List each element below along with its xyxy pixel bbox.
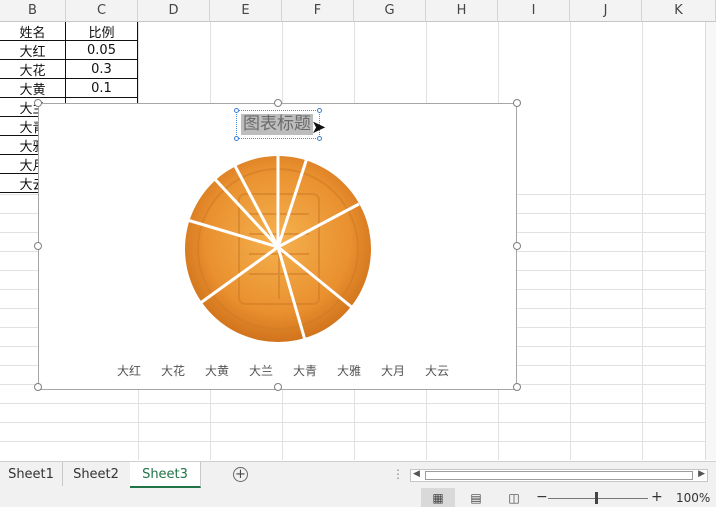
grid-line <box>0 441 705 442</box>
col-header-b[interactable]: B <box>0 0 66 22</box>
legend-item[interactable]: 大云 <box>425 362 469 379</box>
mooncake-pie[interactable] <box>39 104 516 389</box>
chart-resize-handle[interactable] <box>274 99 282 107</box>
scroll-left-icon[interactable]: ◀ <box>413 469 420 479</box>
chart-resize-handle[interactable] <box>513 242 521 250</box>
plus-circle-icon[interactable]: + <box>233 467 248 482</box>
col-header-i[interactable]: I <box>498 0 570 22</box>
chart-resize-handle[interactable] <box>513 383 521 391</box>
col-header-k[interactable]: K <box>642 0 716 22</box>
status-bar: ▦ ▤ ◫ − + 100% <box>0 488 716 507</box>
col-header-h[interactable]: H <box>426 0 498 22</box>
zoom-slider-track[interactable] <box>548 498 648 499</box>
table-header-name[interactable]: 姓名 <box>0 22 66 41</box>
col-header-g[interactable]: G <box>354 0 426 22</box>
chart-resize-handle[interactable] <box>513 99 521 107</box>
chart-resize-handle[interactable] <box>274 383 282 391</box>
chart-resize-handle[interactable] <box>34 242 42 250</box>
grid-line <box>642 22 643 460</box>
chart-resize-handle[interactable] <box>34 383 42 391</box>
table-cell-ratio[interactable]: 0.05 <box>66 41 138 60</box>
table-cell-ratio[interactable]: 0.1 <box>66 79 138 98</box>
chart-title-box[interactable]: 图表标题 <box>234 108 322 141</box>
resize-handle[interactable] <box>234 136 239 141</box>
table-cell-name[interactable]: 大红 <box>0 41 66 60</box>
sheet-tab-sheet2[interactable]: Sheet2 <box>62 462 131 486</box>
col-header-f[interactable]: F <box>282 0 354 22</box>
zoom-in-icon[interactable]: + <box>651 489 663 505</box>
resize-handle[interactable] <box>317 108 322 113</box>
grid-line <box>0 422 705 423</box>
legend-item[interactable]: 大红 <box>117 362 161 379</box>
scroll-right-icon[interactable]: ▶ <box>698 469 705 479</box>
resize-handle[interactable] <box>234 108 239 113</box>
legend-item[interactable]: 大月 <box>381 362 425 379</box>
col-header-j[interactable]: J <box>570 0 642 22</box>
splitter-dots-icon[interactable]: ⋮ <box>392 467 404 481</box>
chart-resize-handle[interactable] <box>34 99 42 107</box>
vertical-scrollbar[interactable] <box>705 22 716 460</box>
zoom-out-icon[interactable]: − <box>536 489 548 505</box>
legend-item[interactable]: 大黄 <box>205 362 249 379</box>
table-header-ratio[interactable]: 比例 <box>66 22 138 41</box>
sheet-tab-sheet1[interactable]: Sheet1 <box>0 462 63 486</box>
zoom-level[interactable]: 100% <box>676 491 710 505</box>
chart-title[interactable]: 图表标题 <box>241 114 313 135</box>
sheet-tab-sheet3[interactable]: Sheet3 <box>130 462 201 488</box>
zoom-slider-thumb[interactable] <box>595 492 598 504</box>
grid-line <box>570 22 571 460</box>
col-header-d[interactable]: D <box>138 0 210 22</box>
chart-area[interactable]: 图表标题 ➤ 大红 大花 大黄 大兰 大青 大雅 大月 大云 <box>34 99 521 391</box>
table-cell-name[interactable]: 大黄 <box>0 79 66 98</box>
col-header-c[interactable]: C <box>66 0 138 22</box>
legend-item[interactable]: 大雅 <box>337 362 381 379</box>
page-icon[interactable]: ▤ <box>468 492 484 504</box>
page-break-icon[interactable]: ◫ <box>506 492 522 504</box>
scrollbar-thumb[interactable] <box>425 471 693 480</box>
col-header-e[interactable]: E <box>210 0 282 22</box>
chart-legend[interactable]: 大红 大花 大黄 大兰 大青 大雅 大月 大云 <box>117 362 469 379</box>
table-cell-ratio[interactable]: 0.3 <box>66 60 138 79</box>
legend-item[interactable]: 大花 <box>161 362 205 379</box>
table-cell-name[interactable]: 大花 <box>0 60 66 79</box>
sheet-tab-bar: Sheet1 Sheet2 Sheet3 + ⋮ ◀ ▶ <box>0 461 716 488</box>
grid-line <box>0 403 705 404</box>
legend-item[interactable]: 大青 <box>293 362 337 379</box>
grid-icon[interactable]: ▦ <box>430 492 446 504</box>
legend-item[interactable]: 大兰 <box>249 362 293 379</box>
horizontal-scrollbar[interactable]: ◀ ▶ <box>410 469 708 482</box>
mouse-cursor-icon: ➤ <box>311 117 327 138</box>
